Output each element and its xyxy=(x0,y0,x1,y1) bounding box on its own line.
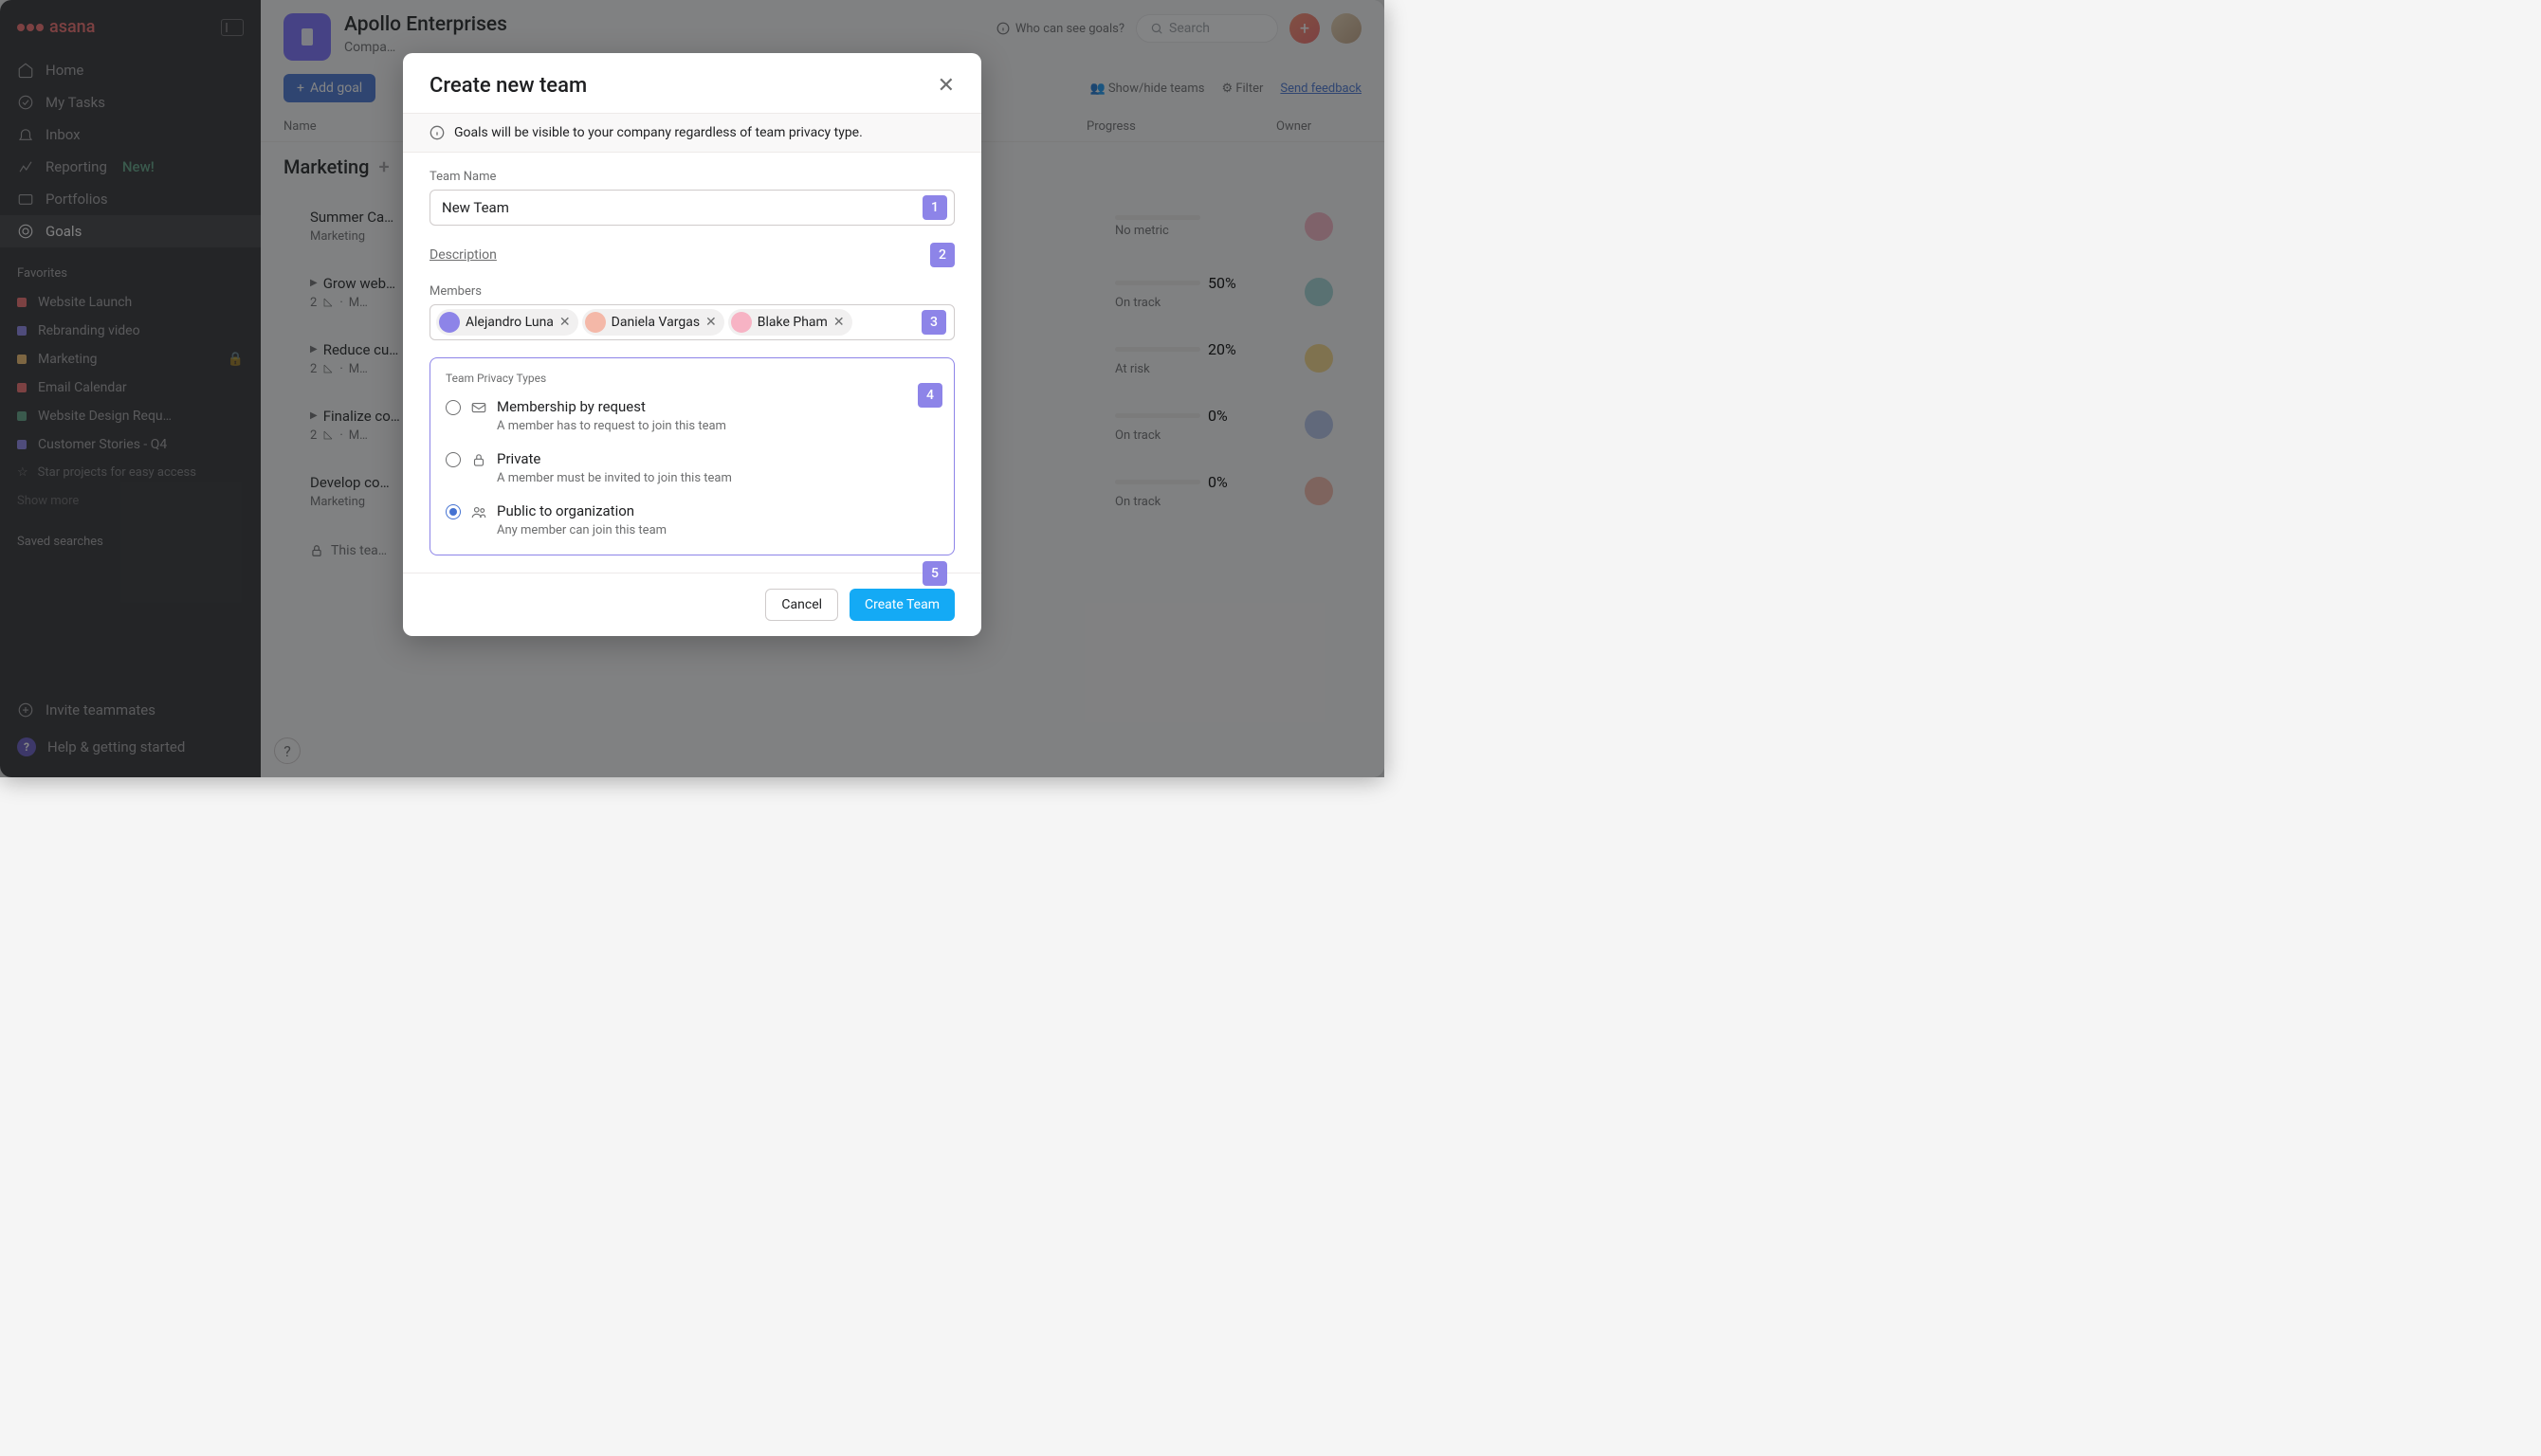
radio-button[interactable] xyxy=(446,504,461,519)
privacy-option[interactable]: Private A member must be invited to join… xyxy=(446,450,939,485)
info-icon xyxy=(430,125,445,140)
privacy-option-desc: A member has to request to join this tea… xyxy=(497,419,939,433)
privacy-label: Team Privacy Types xyxy=(446,372,939,385)
member-name: Blake Pham xyxy=(758,315,828,330)
members-input[interactable]: Alejandro Luna✕Daniela Vargas✕Blake Pham… xyxy=(430,304,955,340)
modal-info-bar: Goals will be visible to your company re… xyxy=(403,113,981,153)
member-chip: Blake Pham ✕ xyxy=(728,309,852,336)
create-team-button[interactable]: Create Team xyxy=(850,589,955,621)
remove-member-icon[interactable]: ✕ xyxy=(559,315,571,330)
close-icon[interactable]: ✕ xyxy=(938,74,955,98)
callout-3: 3 xyxy=(922,310,946,335)
remove-member-icon[interactable]: ✕ xyxy=(833,315,845,330)
team-name-label: Team Name xyxy=(430,170,955,184)
callout-2: 2 xyxy=(930,243,955,267)
mail-icon xyxy=(470,399,487,416)
privacy-option-desc: A member must be invited to join this te… xyxy=(497,471,939,485)
create-team-modal: Create new team ✕ Goals will be visible … xyxy=(403,53,981,636)
member-avatar xyxy=(439,312,460,333)
privacy-option-desc: Any member can join this team xyxy=(497,523,939,537)
member-name: Alejandro Luna xyxy=(466,315,554,330)
modal-title: Create new team xyxy=(430,74,587,98)
modal-footer: Cancel Create Team xyxy=(403,573,981,636)
radio-button[interactable] xyxy=(446,400,461,415)
add-description-link[interactable]: Description xyxy=(430,247,497,263)
callout-1: 1 xyxy=(923,195,947,220)
privacy-option-title: Membership by request xyxy=(497,398,939,415)
privacy-option[interactable]: Membership by request A member has to re… xyxy=(446,398,939,433)
cancel-button[interactable]: Cancel xyxy=(765,589,838,621)
modal-overlay: Create new team ✕ Goals will be visible … xyxy=(0,0,1384,777)
members-label: Members xyxy=(430,284,955,299)
member-chip: Alejandro Luna ✕ xyxy=(436,309,578,336)
member-avatar xyxy=(731,312,752,333)
remove-member-icon[interactable]: ✕ xyxy=(705,315,717,330)
callout-4: 4 xyxy=(918,383,942,408)
callout-5: 5 xyxy=(923,561,947,586)
privacy-option-title: Private xyxy=(497,450,939,467)
people-icon xyxy=(470,503,487,520)
privacy-section: Team Privacy Types 4 Membership by reque… xyxy=(430,357,955,555)
info-text: Goals will be visible to your company re… xyxy=(454,125,863,140)
member-chip: Daniela Vargas ✕ xyxy=(582,309,724,336)
team-name-input[interactable] xyxy=(430,190,955,226)
privacy-option[interactable]: Public to organization Any member can jo… xyxy=(446,502,939,537)
privacy-option-title: Public to organization xyxy=(497,502,939,519)
member-name: Daniela Vargas xyxy=(612,315,700,330)
radio-button[interactable] xyxy=(446,452,461,467)
member-avatar xyxy=(585,312,606,333)
lock-icon xyxy=(470,451,487,468)
